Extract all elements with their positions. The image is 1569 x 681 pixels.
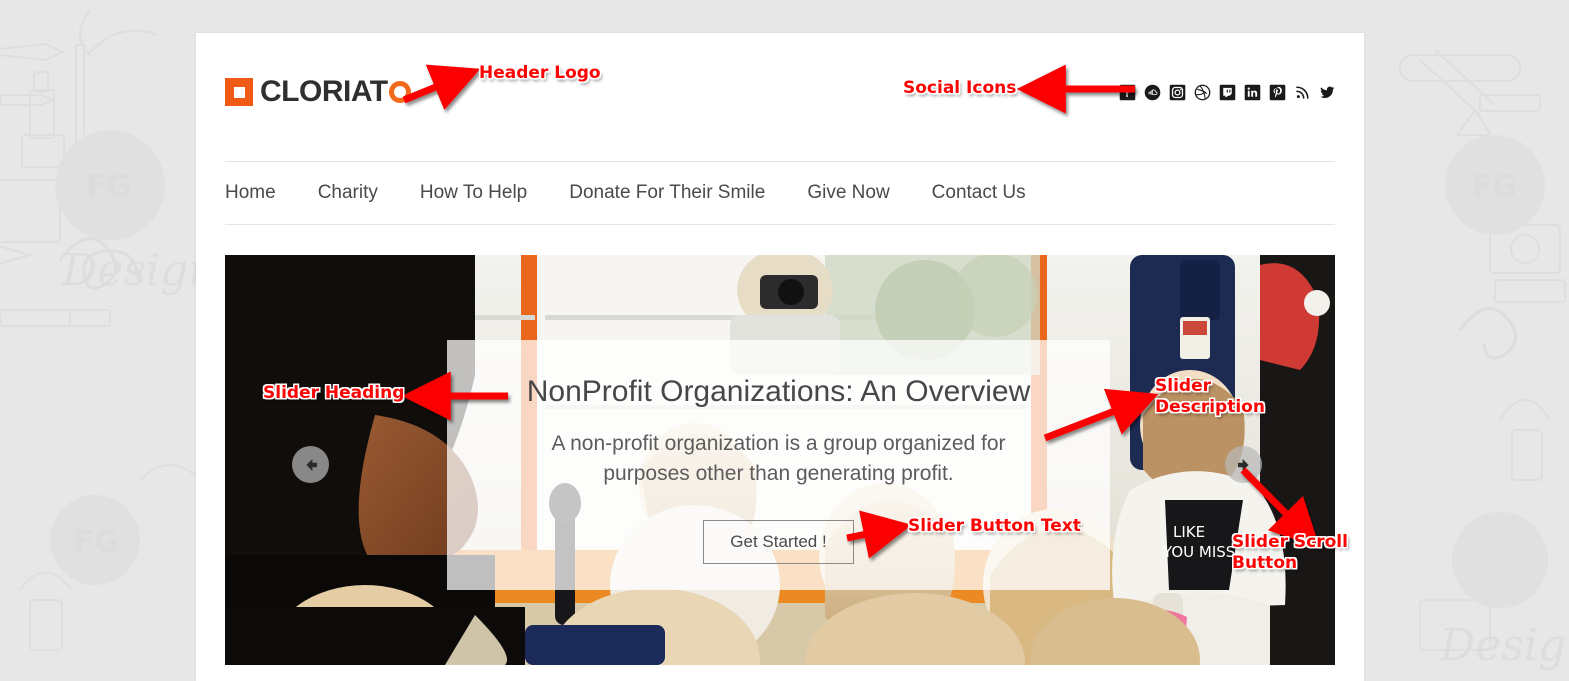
- main-navigation: Home Charity How To Help Donate For Thei…: [225, 161, 1335, 225]
- nav-list: Home Charity How To Help Donate For Thei…: [225, 182, 1026, 204]
- rss-icon[interactable]: [1293, 83, 1311, 101]
- pinterest-icon[interactable]: [1268, 83, 1286, 101]
- twitch-icon[interactable]: [1218, 83, 1236, 101]
- site-container: CLORIAT Home Charity How To Help Donate …: [196, 33, 1364, 681]
- nav-item-contact-us[interactable]: Contact Us: [932, 182, 1026, 204]
- site-header: CLORIAT: [196, 33, 1364, 161]
- nav-link-contact-us[interactable]: Contact Us: [932, 182, 1026, 203]
- slider-text-overlay: NonProfit Organizations: An Overview A n…: [447, 340, 1110, 590]
- slider-next-arrow-icon[interactable]: [1225, 446, 1262, 483]
- linkedin-icon[interactable]: [1243, 83, 1261, 101]
- nav-link-give-now[interactable]: Give Now: [807, 182, 889, 203]
- slider-prev-arrow-icon[interactable]: [292, 446, 329, 483]
- soundcloud-icon[interactable]: [1143, 83, 1161, 101]
- twitter-icon[interactable]: [1318, 83, 1336, 101]
- hero-slider[interactable]: LIKE YOU MISS NonProfit Organizations: A…: [225, 255, 1335, 665]
- svg-text:LIKE: LIKE: [1173, 523, 1205, 541]
- slider-heading: NonProfit Organizations: An Overview: [526, 375, 1031, 408]
- nav-link-home[interactable]: Home: [225, 182, 276, 203]
- svg-text:YOU MISS: YOU MISS: [1162, 543, 1235, 561]
- svg-text:Design: Design: [61, 245, 216, 296]
- instagram-icon[interactable]: [1168, 83, 1186, 101]
- nav-link-how-to-help[interactable]: How To Help: [420, 182, 527, 203]
- slider-description: A non-profit organization is a group org…: [551, 432, 1006, 486]
- svg-text:FG: FG: [86, 169, 131, 204]
- svg-text:Design: Design: [1439, 620, 1569, 671]
- nav-link-charity[interactable]: Charity: [318, 182, 378, 203]
- nav-item-donate-for-their-smile[interactable]: Donate For Their Smile: [569, 182, 765, 204]
- slider-get-started-button[interactable]: Get Started !: [703, 519, 854, 564]
- facebook-icon[interactable]: [1118, 83, 1136, 101]
- svg-text:FG: FG: [1472, 169, 1517, 204]
- logo-text: CLORIAT: [260, 75, 388, 108]
- header-logo[interactable]: CLORIAT: [225, 77, 411, 107]
- nav-item-give-now[interactable]: Give Now: [807, 182, 889, 204]
- social-icons-group: [1118, 83, 1336, 101]
- nav-item-charity[interactable]: Charity: [318, 182, 378, 204]
- svg-text:FG: FG: [74, 525, 119, 560]
- logo-ring-icon: [388, 81, 411, 103]
- nav-item-home[interactable]: Home: [225, 182, 276, 204]
- logo-square-icon: [225, 78, 253, 106]
- nav-item-how-to-help[interactable]: How To Help: [420, 182, 527, 204]
- dribbble-icon[interactable]: [1193, 83, 1211, 101]
- nav-link-donate-for-their-smile[interactable]: Donate For Their Smile: [569, 182, 765, 203]
